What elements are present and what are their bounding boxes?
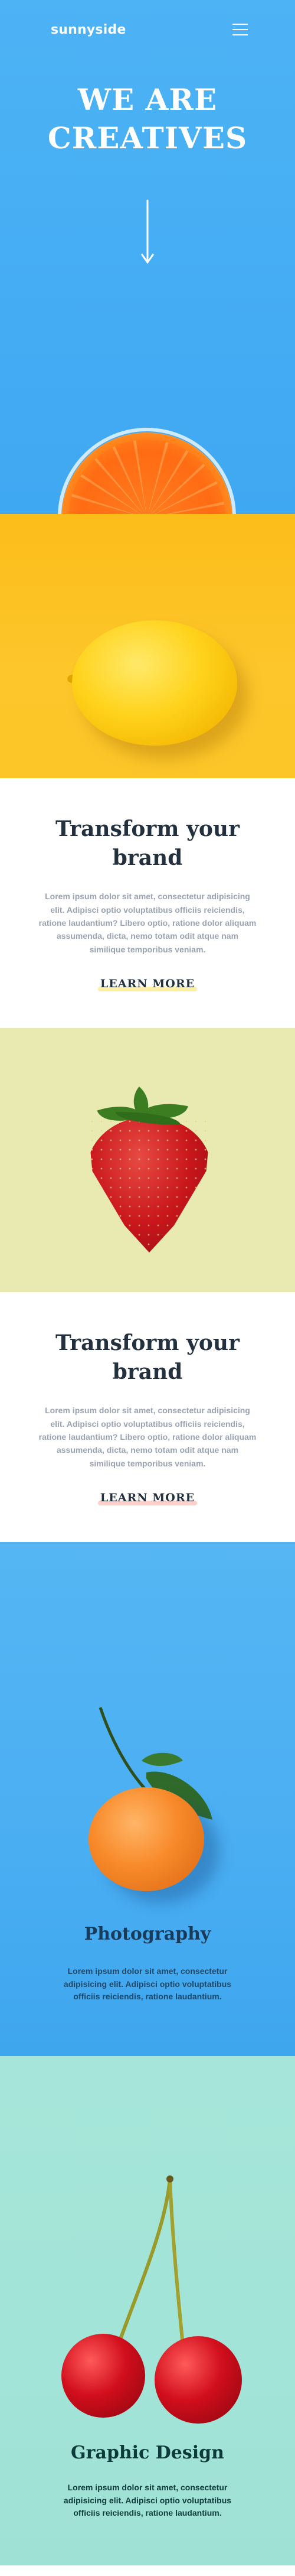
photography-body: Lorem ipsum dolor sit amet, consectetur … <box>63 1966 232 2002</box>
site-logo[interactable]: sunnyside <box>51 22 126 37</box>
tangerine-image <box>88 1787 204 1891</box>
transform-brand-section-2: Transform your brand Lorem ipsum dolor s… <box>0 1292 295 1542</box>
section-body: Lorem ipsum dolor sit amet, consectetur … <box>38 1406 257 1468</box>
top-navigation: sunnyside <box>0 18 295 41</box>
strawberry-image-section <box>0 1028 295 1292</box>
strawberry-image <box>87 1117 211 1253</box>
arrow-down-icon[interactable] <box>140 200 155 265</box>
transform-brand-section: Transform your brand Lorem ipsum dolor s… <box>0 778 295 1028</box>
orange-in-glass-image <box>61 432 232 514</box>
photography-heading: Photography <box>84 1924 211 1944</box>
lemon-image-section <box>0 514 295 778</box>
hero-title: WE ARE CREATIVES <box>0 80 295 157</box>
learn-more-link[interactable]: LEARN MORE <box>97 977 198 992</box>
graphic-design-heading: Graphic Design <box>71 2442 224 2463</box>
hero-title-line1: WE ARE <box>77 82 218 117</box>
graphic-design-section: Graphic Design Lorem ipsum dolor sit ame… <box>0 2056 295 2565</box>
graphic-design-body: Lorem ipsum dolor sit amet, consectetur … <box>63 2483 232 2518</box>
cherry-right-image <box>155 2336 242 2424</box>
section-heading: Transform your brand <box>55 817 240 870</box>
learn-more-link[interactable]: LEARN MORE <box>97 1491 198 1506</box>
cherry-stems <box>116 2175 185 2347</box>
hero-title-line2: CREATIVES <box>47 121 248 155</box>
photography-section: Photography Lorem ipsum dolor sit amet, … <box>0 1542 295 2056</box>
lemon-image <box>72 620 237 746</box>
hamburger-menu-icon[interactable] <box>232 24 248 35</box>
section-heading: Transform your brand <box>55 1331 240 1384</box>
cherry-left-image <box>61 2334 145 2418</box>
section-body: Lorem ipsum dolor sit amet, consectetur … <box>38 892 257 954</box>
hero-section: sunnyside WE ARE CREATIVES <box>0 0 295 514</box>
